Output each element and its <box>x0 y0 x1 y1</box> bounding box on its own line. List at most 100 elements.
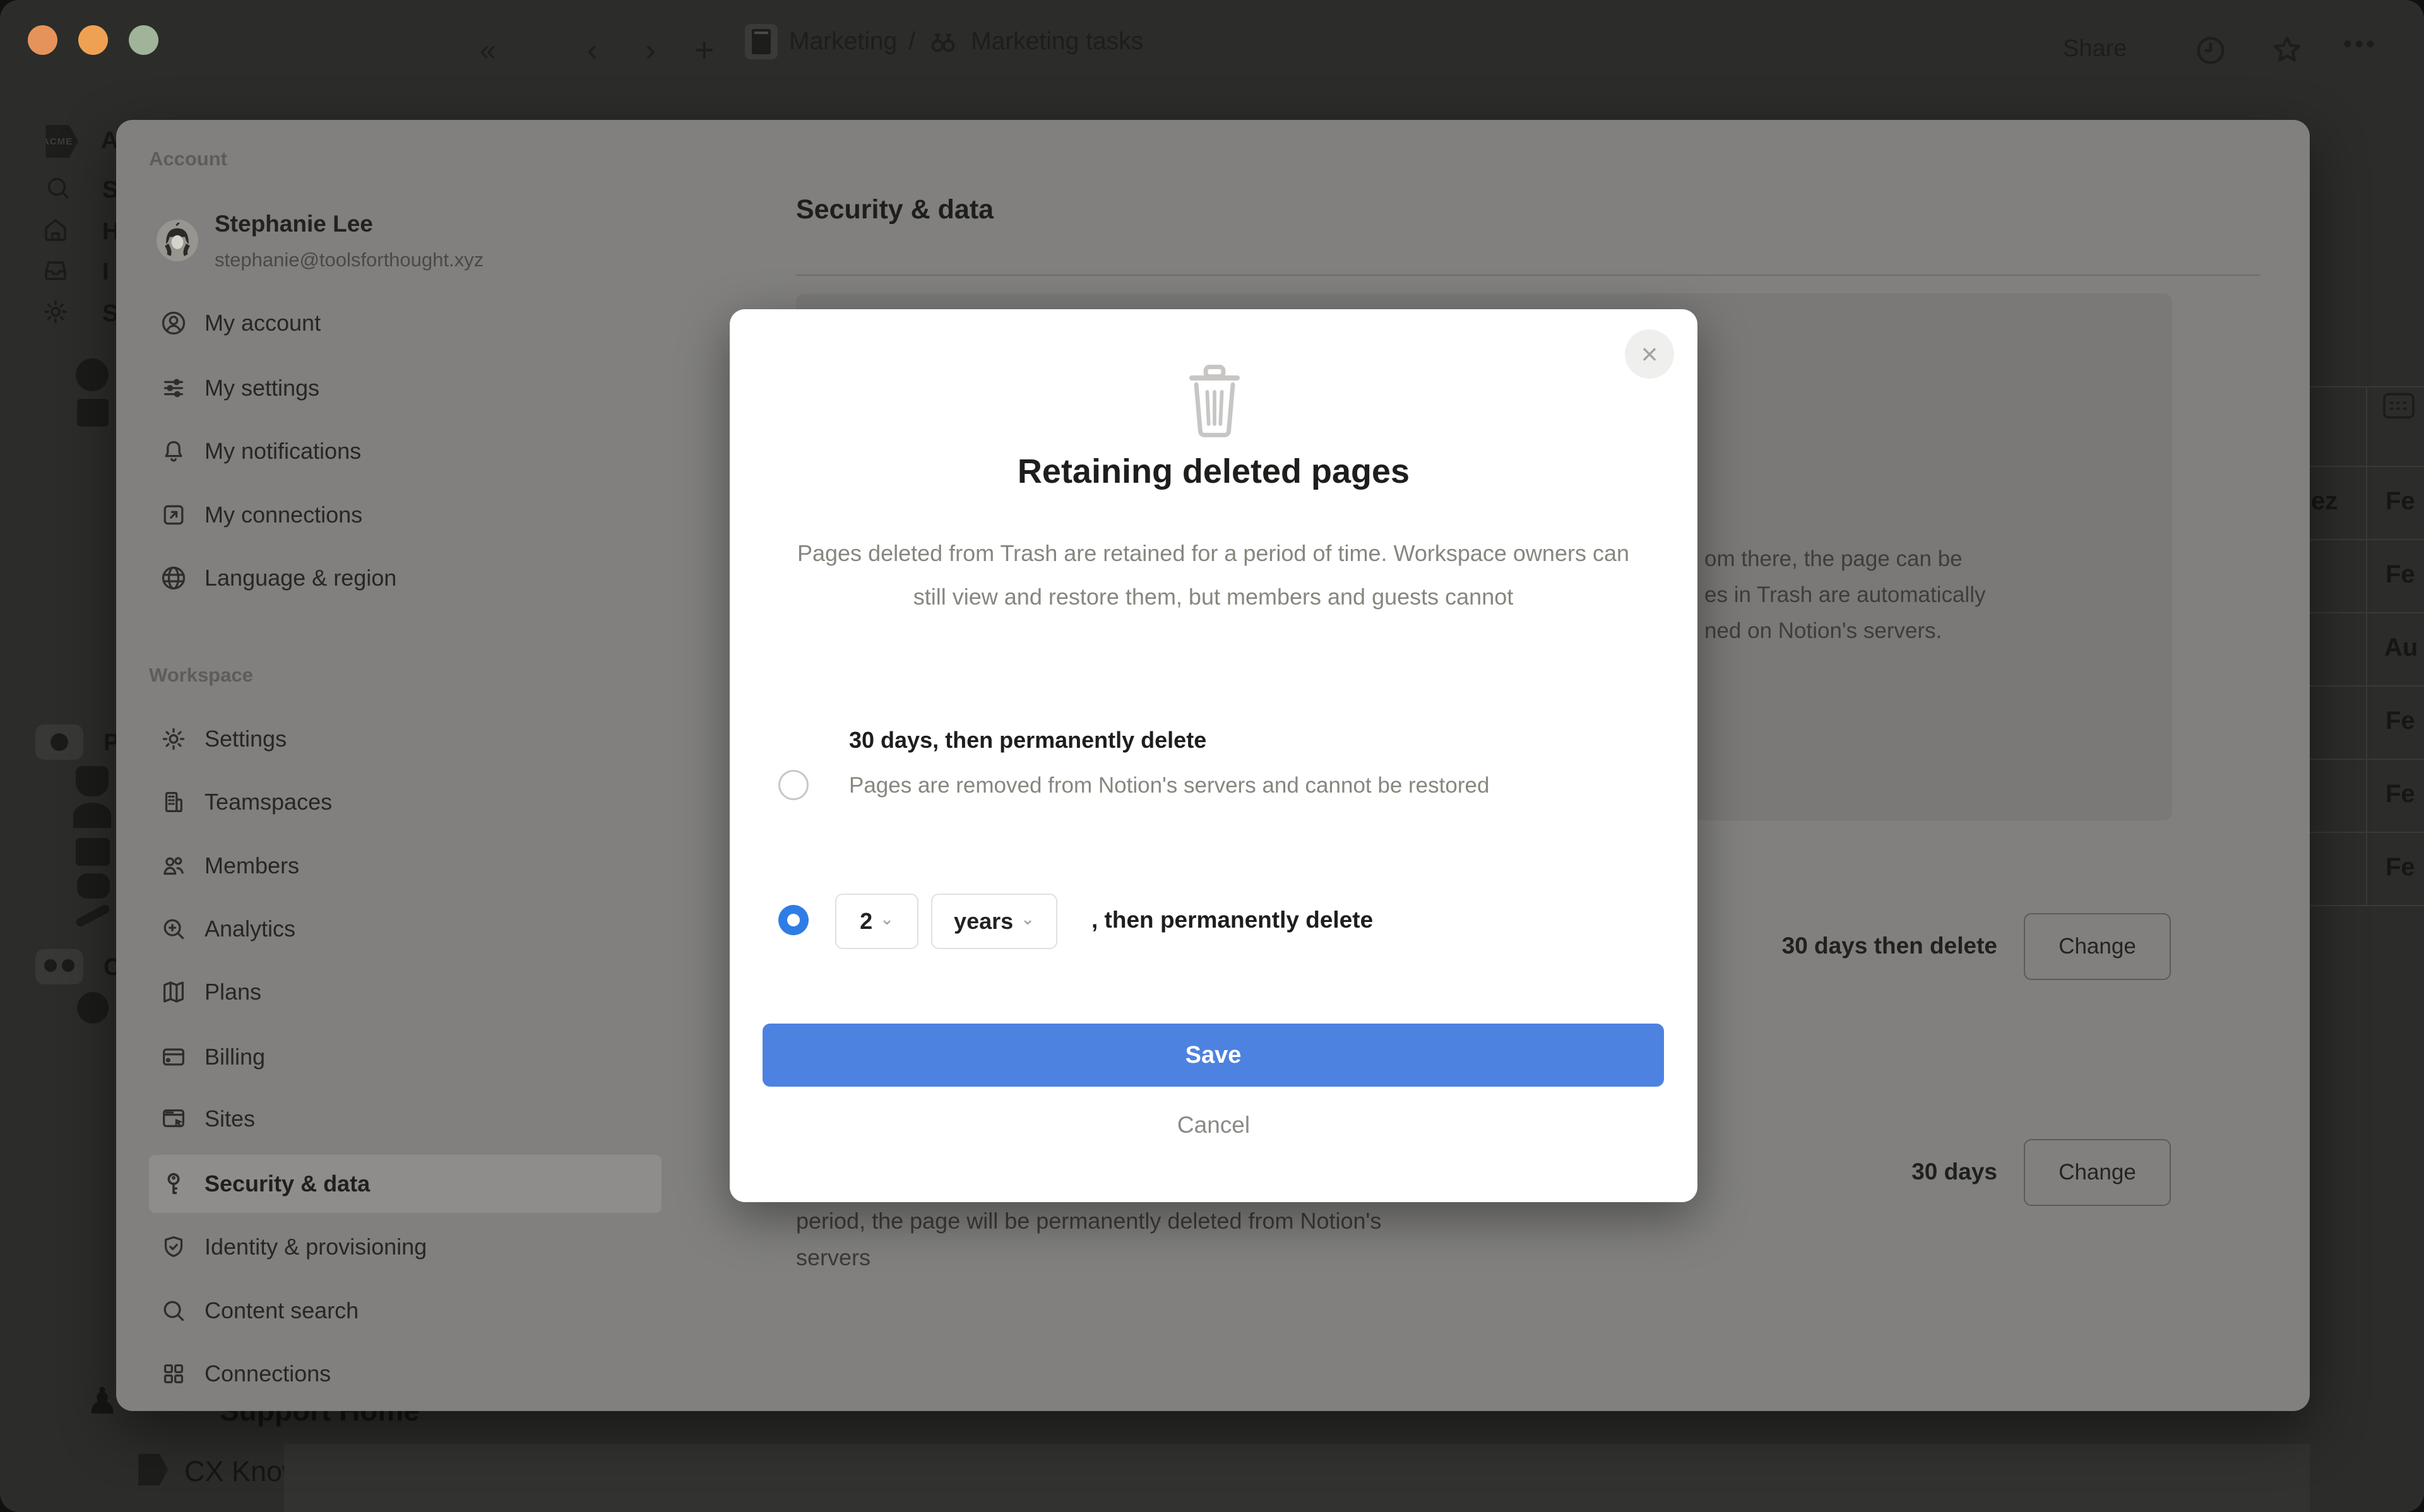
info-box-text-fragment: es in Trash are automatically <box>1704 582 1986 607</box>
inbox-icon[interactable] <box>40 255 71 285</box>
save-button[interactable]: Save <box>763 1024 1664 1087</box>
credit-card-icon <box>163 1048 184 1066</box>
radio-30-days[interactable] <box>778 770 809 800</box>
eightball-page-icon[interactable] <box>76 358 109 391</box>
browser-cursor-icon <box>163 1109 184 1128</box>
traffic-close-button[interactable] <box>28 25 57 55</box>
magnifier-sparkle-icon <box>163 919 184 940</box>
new-page-icon[interactable]: + <box>694 30 715 69</box>
cancel-button[interactable]: Cancel <box>730 1112 1697 1138</box>
home-icon[interactable] <box>40 215 71 245</box>
user-email: stephanie@toolsforthought.xyz <box>215 249 484 271</box>
info-box-text-fragment: om there, the page can be <box>1704 546 1963 571</box>
inbox-label-fragment: I <box>102 259 109 285</box>
face-page-icon[interactable] <box>77 992 109 1024</box>
nav-back-icon[interactable]: ‹ <box>587 32 598 68</box>
sidebar-item-content-search[interactable]: Content search <box>149 1282 662 1340</box>
search-icon <box>163 1301 184 1321</box>
breadcrumb-divider: / <box>908 28 916 55</box>
divider <box>796 275 2261 276</box>
traffic-zoom-button[interactable] <box>129 25 158 55</box>
sidebar-item-label: Settings <box>205 726 287 752</box>
page-icon <box>745 24 778 59</box>
app-window: « ‹ › + Marketing / Marketing tasks Shar… <box>0 0 2424 1512</box>
breadcrumb: Marketing / Marketing tasks <box>745 24 1143 59</box>
people-tile-icon[interactable] <box>35 949 83 984</box>
sidebar-item-label: Sites <box>205 1106 256 1131</box>
settings-gear-icon[interactable] <box>40 297 71 327</box>
sidebar-item-my-notifications[interactable]: My notifications <box>149 422 662 480</box>
sidebar-item-language-region[interactable]: Language & region <box>149 549 662 607</box>
kb-logo-icon <box>138 1454 168 1485</box>
grid-icon <box>163 1364 184 1384</box>
bell-icon <box>165 440 182 462</box>
search-icon[interactable] <box>43 173 73 203</box>
sidebar-item-my-connections[interactable]: My connections <box>149 486 662 544</box>
table-cell-date: Fe <box>2385 560 2415 588</box>
trash-change-button[interactable]: Change <box>2024 1139 2171 1206</box>
retention-change-button[interactable]: Change <box>2024 913 2171 980</box>
sidebar-item-analytics[interactable]: Analytics <box>149 900 662 958</box>
plant-page-icon[interactable] <box>76 766 109 796</box>
sidebar-item-my-account[interactable]: My account <box>149 294 662 352</box>
breadcrumb-item-marketing[interactable]: Marketing <box>789 28 897 56</box>
sidebar-item-security-data[interactable]: Security & data <box>149 1155 662 1213</box>
map-icon <box>163 981 184 1003</box>
cardbox-page-icon[interactable] <box>76 838 110 866</box>
titlebar: « ‹ › + Marketing / Marketing tasks Shar… <box>0 0 2424 83</box>
user-name: Stephanie Lee <box>215 211 373 237</box>
favorite-star-icon[interactable] <box>2269 32 2305 68</box>
sidebar-item-plans[interactable]: Plans <box>149 963 662 1021</box>
traffic-minimize-button[interactable] <box>78 25 108 55</box>
account-section-label: Account <box>149 148 227 170</box>
table-cell-date: Fe <box>2385 707 2415 735</box>
option-custom-suffix: , then permanently delete <box>1091 907 1374 933</box>
background-table: ez Fe Fe Au Fe Fe Fe <box>2310 83 2424 1512</box>
sidebar-item-teamspaces[interactable]: Teamspaces <box>149 773 662 831</box>
avatar <box>157 220 198 261</box>
page-title: Security & data <box>796 194 994 225</box>
table-cell-date: Fe <box>2385 487 2415 515</box>
sidebar-collapse-icon[interactable]: « <box>480 33 496 67</box>
globe-icon <box>162 566 186 590</box>
bridge-page-icon[interactable] <box>73 803 111 828</box>
sidebar-item-label: Security & data <box>205 1171 371 1196</box>
sidebar-item-label: My connections <box>205 502 363 528</box>
number-dropdown[interactable]: 2 ⌄ <box>835 894 918 949</box>
retention-modal: × Retaining deleted pages Pages deleted … <box>730 309 1697 1202</box>
sidebar-item-billing[interactable]: Billing <box>149 1028 662 1086</box>
pawn-icon: ♟ <box>86 1381 119 1422</box>
table-cell-date: Fe <box>2385 853 2415 881</box>
app-sidebar: ACME A S H I S P C <box>0 83 121 1512</box>
breadcrumb-item-marketing-tasks[interactable]: Marketing tasks <box>971 28 1143 56</box>
clock-icon[interactable] <box>2193 33 2228 68</box>
trash-icon <box>1189 365 1240 437</box>
sidebar-item-label: My notifications <box>205 438 362 464</box>
nav-forward-icon[interactable]: › <box>645 32 656 68</box>
option-30-days-sub: Pages are removed from Notion's servers … <box>849 773 1490 798</box>
sidebar-item-settings[interactable]: Settings <box>149 710 662 768</box>
book-page-icon[interactable] <box>77 399 109 427</box>
sidebar-item-label: Analytics <box>205 916 296 942</box>
sidebar-item-label: My account <box>205 310 321 336</box>
radio-custom-period[interactable] <box>778 905 809 935</box>
sidebar-item-label: Teamspaces <box>205 789 333 815</box>
sidebar-item-members[interactable]: Members <box>149 837 662 895</box>
chevron-down-icon: ⌄ <box>880 909 894 928</box>
sidebar-item-identity-provisioning[interactable]: Identity & provisioning <box>149 1218 662 1276</box>
option-30-days-label[interactable]: 30 days, then permanently delete <box>849 727 1206 753</box>
mailbox-page-icon[interactable] <box>77 873 110 899</box>
wand-page-icon[interactable] <box>74 903 111 928</box>
close-icon[interactable]: × <box>1625 329 1674 379</box>
workspace-section-label: Workspace <box>149 664 253 686</box>
table-cell-date: Fe <box>2385 780 2415 808</box>
sidebar-item-my-settings[interactable]: My settings <box>149 359 662 417</box>
workspace-logo[interactable]: ACME <box>45 125 78 158</box>
more-options-icon[interactable]: ••• <box>2343 30 2377 59</box>
unit-dropdown[interactable]: years ⌄ <box>931 894 1057 949</box>
sidebar-item-sites[interactable]: Sites <box>149 1090 662 1148</box>
sidebar-item-connections[interactable]: Connections <box>149 1345 662 1403</box>
share-button[interactable]: Share <box>2063 35 2127 62</box>
person-circle-icon <box>162 311 186 335</box>
flower-tile-icon[interactable] <box>35 724 83 760</box>
